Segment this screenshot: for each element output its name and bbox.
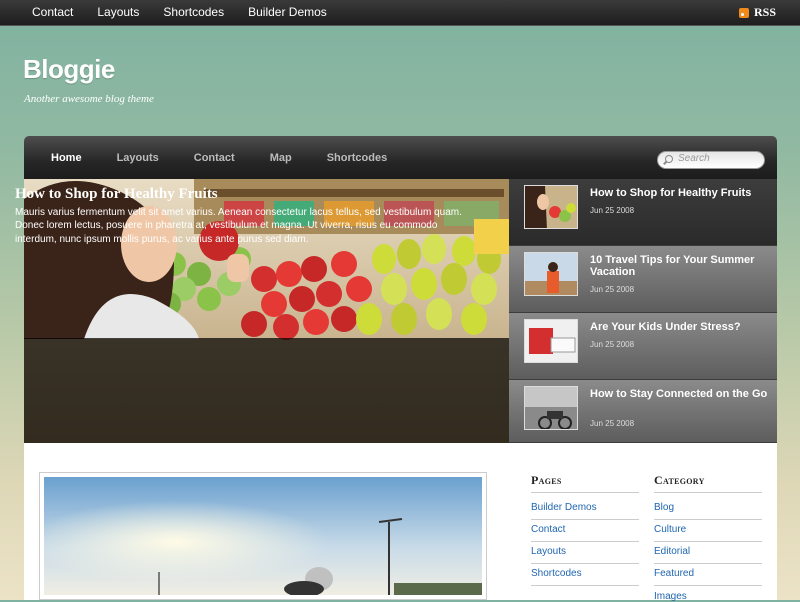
top-nav-contact[interactable]: Contact bbox=[20, 0, 85, 25]
side-post-item[interactable]: How to Shop for Healthy Fruits Jun 25 20… bbox=[509, 179, 777, 246]
featured-excerpt: Mauris varius fermentum velit sit amet v… bbox=[15, 207, 462, 245]
side-post-title[interactable]: How to Shop for Healthy Fruits bbox=[590, 187, 770, 199]
divider bbox=[531, 492, 639, 493]
top-nav: Contact Layouts Shortcodes Builder Demos bbox=[20, 0, 339, 25]
top-bar: Contact Layouts Shortcodes Builder Demos… bbox=[0, 0, 800, 26]
pages-link-builder-demos[interactable]: Builder Demos bbox=[531, 502, 597, 513]
pages-link-shortcodes[interactable]: Shortcodes bbox=[531, 568, 582, 579]
site-title[interactable]: Bloggie bbox=[23, 54, 115, 85]
nav-item-home[interactable]: Home bbox=[38, 136, 95, 180]
category-widget-title: Category bbox=[654, 473, 705, 487]
divider bbox=[531, 541, 639, 542]
nav-item-layouts[interactable]: Layouts bbox=[104, 136, 172, 180]
rss-label: RSS bbox=[753, 5, 776, 19]
nav-item-shortcodes[interactable]: Shortcodes bbox=[314, 136, 401, 180]
top-nav-shortcodes[interactable]: Shortcodes bbox=[151, 0, 236, 25]
pages-link-layouts[interactable]: Layouts bbox=[531, 546, 566, 557]
side-post-date: Jun 25 2008 bbox=[590, 206, 635, 215]
search-input[interactable] bbox=[678, 153, 758, 164]
divider bbox=[654, 563, 762, 564]
category-link-editorial[interactable]: Editorial bbox=[654, 546, 690, 557]
pages-link-contact[interactable]: Contact bbox=[531, 524, 565, 535]
rss-icon bbox=[738, 7, 749, 18]
side-post-date: Jun 25 2008 bbox=[590, 285, 635, 294]
nav-item-contact[interactable]: Contact bbox=[181, 136, 248, 180]
post-thumbnail bbox=[524, 319, 578, 363]
post-thumbnail bbox=[524, 185, 578, 229]
search-box[interactable] bbox=[657, 151, 765, 169]
divider bbox=[654, 541, 762, 542]
divider bbox=[654, 585, 762, 586]
side-post-item[interactable]: How to Stay Connected on the Go Jun 25 2… bbox=[509, 380, 777, 443]
side-post-title[interactable]: 10 Travel Tips for Your Summer Vacation bbox=[590, 254, 770, 278]
search-icon bbox=[665, 155, 673, 163]
divider bbox=[654, 519, 762, 520]
divider bbox=[531, 585, 639, 586]
divider bbox=[531, 563, 639, 564]
post-thumbnail bbox=[524, 386, 578, 430]
featured-caption-bg bbox=[24, 338, 509, 443]
post-thumbnail bbox=[524, 252, 578, 296]
category-link-featured[interactable]: Featured bbox=[654, 568, 694, 579]
side-post-item[interactable]: 10 Travel Tips for Your Summer Vacation … bbox=[509, 246, 777, 313]
pages-widget-title: Pages bbox=[531, 473, 562, 487]
category-link-culture[interactable]: Culture bbox=[654, 524, 686, 535]
side-post-date: Jun 25 2008 bbox=[590, 419, 635, 428]
featured-title[interactable]: How to Shop for Healthy Fruits bbox=[15, 186, 218, 203]
content-area: Pages Builder Demos Contact Layouts Shor… bbox=[24, 443, 777, 602]
main-nav: Home Layouts Contact Map Shortcodes bbox=[24, 136, 777, 179]
divider bbox=[654, 492, 762, 493]
side-post-item[interactable]: Are Your Kids Under Stress? Jun 25 2008 bbox=[509, 313, 777, 380]
side-post-title[interactable]: Are Your Kids Under Stress? bbox=[590, 321, 770, 333]
top-nav-layouts[interactable]: Layouts bbox=[85, 0, 151, 25]
side-post-title[interactable]: How to Stay Connected on the Go bbox=[590, 388, 770, 400]
post-image-photo bbox=[44, 477, 482, 597]
side-post-date: Jun 25 2008 bbox=[590, 340, 635, 349]
top-nav-builder-demos[interactable]: Builder Demos bbox=[236, 0, 339, 25]
category-link-images[interactable]: Images bbox=[654, 591, 687, 602]
rss-link[interactable]: RSS bbox=[738, 0, 776, 25]
slider-thumbnails: How to Shop for Healthy Fruits Jun 25 20… bbox=[509, 179, 777, 443]
divider bbox=[531, 519, 639, 520]
category-link-blog[interactable]: Blog bbox=[654, 502, 674, 513]
site-tagline: Another awesome blog theme bbox=[24, 93, 154, 105]
post-image[interactable] bbox=[39, 472, 487, 600]
nav-item-map[interactable]: Map bbox=[257, 136, 305, 180]
